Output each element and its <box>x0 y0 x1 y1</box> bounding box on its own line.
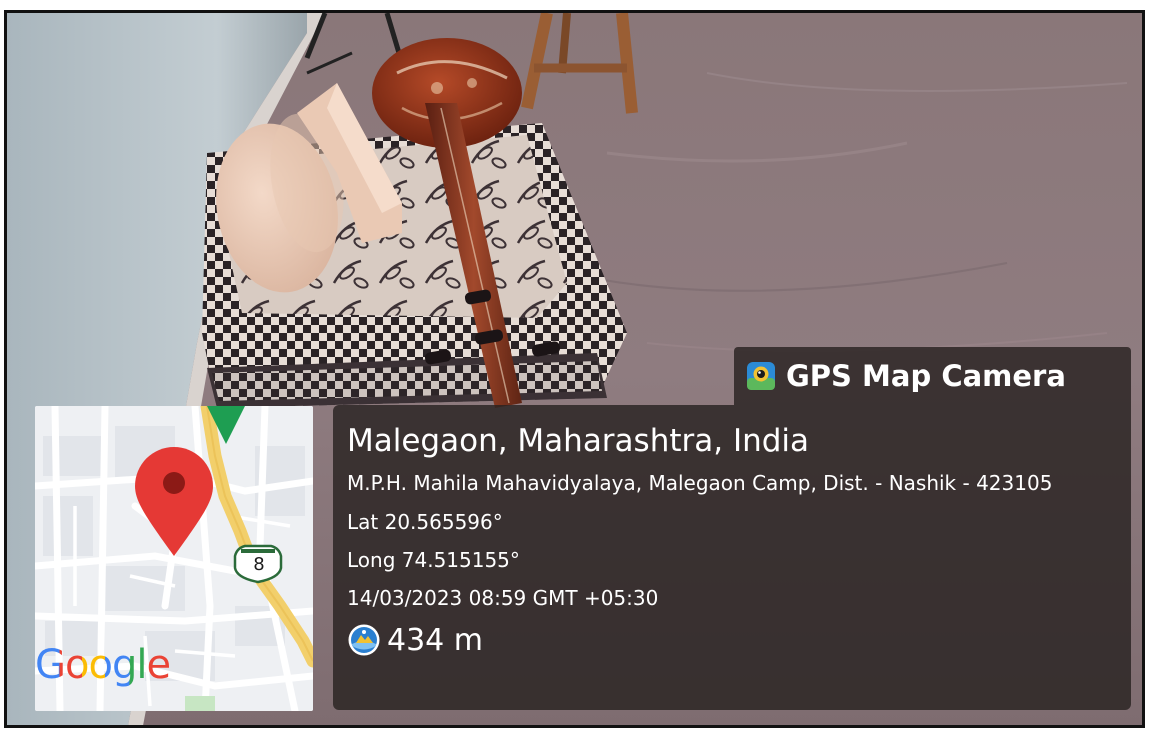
gps-brand-badge: GPS Map Camera <box>734 347 1131 405</box>
altitude-row: 434 m <box>347 617 1117 663</box>
brand-name: GPS Map Camera <box>786 359 1066 393</box>
longitude: Long 74.515155° <box>347 548 520 572</box>
map-thumbnail: 8 Google <box>35 406 313 711</box>
location-info-panel: Malegaon, Maharashtra, India M.P.H. Mahi… <box>333 405 1131 710</box>
latitude: Lat 20.565596° <box>347 510 503 534</box>
google-watermark: Google <box>35 642 171 688</box>
place-name: Malegaon, Maharashtra, India <box>347 423 810 459</box>
route-shield-number: 8 <box>253 554 265 575</box>
datetime: 14/03/2023 08:59 GMT +05:30 <box>347 586 659 610</box>
altitude-icon <box>348 624 380 656</box>
gps-map-camera-app-icon <box>747 362 775 390</box>
address-line: M.P.H. Mahila Mahavidyalaya, Malegaon Ca… <box>347 471 1053 495</box>
google-watermark-text: Google <box>35 642 171 688</box>
photo-frame: GPS Map Camera Malegaon, Maharashtra, In… <box>0 0 1153 732</box>
altitude-value: 434 m <box>387 622 484 658</box>
